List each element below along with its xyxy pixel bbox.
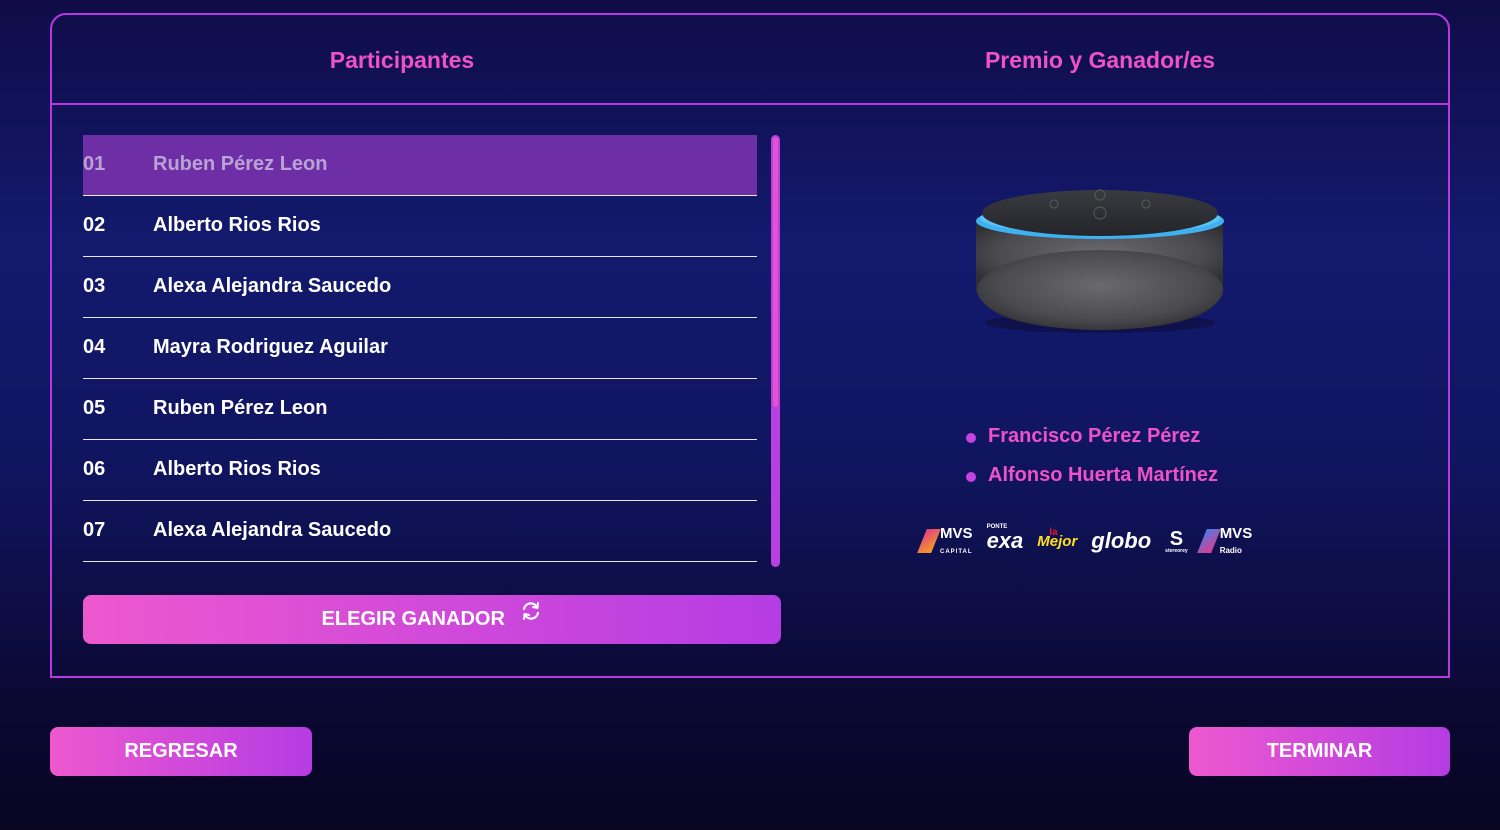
prize-winners-title: Premio y Ganador/es bbox=[984, 47, 1216, 73]
participant-number: 03 bbox=[83, 275, 106, 297]
finish-button[interactable]: TERMINAR bbox=[1189, 727, 1450, 776]
globo-logo: globo bbox=[1091, 528, 1152, 553]
participant-number: 02 bbox=[83, 214, 106, 236]
participant-name: Alexa Alejandra Saucedo bbox=[153, 275, 392, 297]
winner-item: Francisco Pérez Pérez bbox=[966, 425, 1218, 464]
panel-header: Participantes Premio y Ganador/es bbox=[52, 15, 1448, 105]
winner-name: Francisco Pérez Pérez bbox=[988, 425, 1201, 447]
participant-number: 01 bbox=[83, 153, 106, 175]
participant-name: Alexa Alejandra Saucedo bbox=[153, 519, 392, 541]
participant-row[interactable]: 01 Ruben Pérez Leon bbox=[83, 135, 757, 196]
participants-list: 01 Ruben Pérez Leon 02 Alberto Rios Rios… bbox=[83, 135, 757, 562]
winner-item: Alfonso Huerta Martínez bbox=[966, 464, 1218, 503]
refresh-icon bbox=[520, 592, 542, 641]
participant-row[interactable]: 06 Alberto Rios Rios bbox=[83, 440, 757, 501]
participants-scrollbar[interactable] bbox=[771, 135, 780, 567]
choose-winner-button[interactable]: ELEGIR GANADOR bbox=[83, 595, 781, 644]
participant-row[interactable]: 03 Alexa Alejandra Saucedo bbox=[83, 257, 757, 318]
participant-name: Ruben Pérez Leon bbox=[153, 397, 328, 419]
smart-speaker-image bbox=[920, 178, 1230, 343]
participant-row[interactable]: 02 Alberto Rios Rios bbox=[83, 196, 757, 257]
participant-row[interactable]: 05 Ruben Pérez Leon bbox=[83, 379, 757, 440]
bullet-icon bbox=[966, 472, 976, 482]
scrollbar-thumb[interactable] bbox=[773, 137, 778, 407]
bullet-icon bbox=[966, 433, 976, 443]
participant-number: 04 bbox=[83, 336, 106, 358]
back-button[interactable]: REGRESAR bbox=[50, 727, 312, 776]
winner-name: Alfonso Huerta Martínez bbox=[988, 464, 1219, 486]
choose-winner-label: ELEGIR GANADOR bbox=[321, 608, 505, 630]
participant-number: 05 bbox=[83, 397, 106, 419]
stereorey-logo: S stereorey bbox=[1165, 527, 1188, 554]
participant-row[interactable]: 07 Alexa Alejandra Saucedo bbox=[83, 501, 757, 562]
participant-number: 06 bbox=[83, 458, 106, 480]
participant-name: Ruben Pérez Leon bbox=[153, 153, 328, 175]
la-mejor-logo: la Mejor bbox=[1037, 526, 1078, 550]
mvs-radio-logo: MVS Radio bbox=[1196, 526, 1252, 556]
sponsor-logos: MVS CAPITAL PONTE exa la Mejor globo S st… bbox=[917, 524, 1252, 558]
participants-title: Participantes bbox=[329, 47, 475, 73]
mvs-capital-logo: MVS CAPITAL bbox=[917, 526, 973, 556]
participant-number: 07 bbox=[83, 519, 106, 541]
exa-logo: PONTE exa bbox=[986, 524, 1024, 553]
raffle-panel: Participantes Premio y Ganador/es 01 Rub… bbox=[50, 13, 1450, 678]
participant-name: Alberto Rios Rios bbox=[153, 214, 321, 236]
participant-name: Alberto Rios Rios bbox=[153, 458, 321, 480]
winners-list: Francisco Pérez Pérez Alfonso Huerta Mar… bbox=[966, 425, 1218, 503]
participant-name: Mayra Rodriguez Aguilar bbox=[153, 336, 388, 358]
participant-row[interactable]: 04 Mayra Rodriguez Aguilar bbox=[83, 318, 757, 379]
